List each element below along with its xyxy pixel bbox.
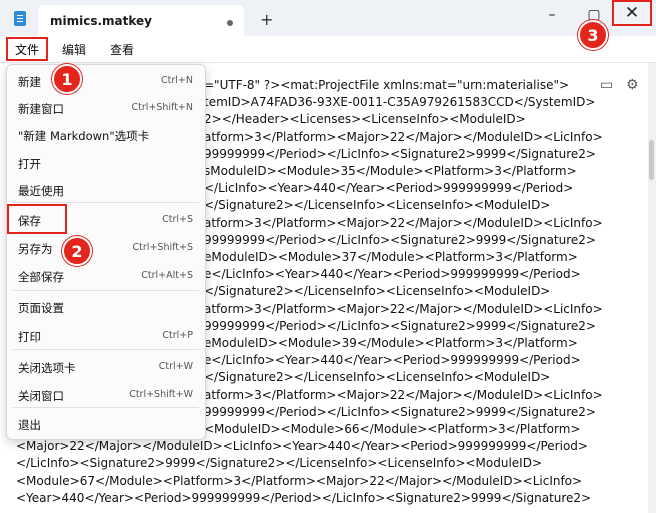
file-menu-item[interactable]: 页面设置 bbox=[7, 295, 205, 321]
editor-line: atform>3</Platform><Major>22</Major></Mo… bbox=[204, 129, 603, 144]
menu-edit[interactable]: 编辑 bbox=[62, 41, 86, 58]
file-menu-item-label: 另存为 bbox=[18, 242, 53, 256]
file-menu-item-shortcut: Ctrl+Shift+S bbox=[132, 242, 193, 253]
editor-line: sModuleID><Module>35</Module><Platform>3… bbox=[204, 164, 577, 178]
file-menu-item-label: 关闭窗口 bbox=[18, 389, 64, 403]
file-menu-item[interactable]: 打开 bbox=[7, 151, 205, 177]
menu-separator bbox=[13, 349, 199, 350]
menu-separator bbox=[13, 290, 199, 291]
editor-line: <Major>22</Major></ModuleID><LicInfo><Ye… bbox=[16, 439, 588, 454]
editor-line: e</LicInfo><Year>440</Year><Period>99999… bbox=[204, 267, 581, 282]
file-menu-item[interactable]: 退出 bbox=[7, 412, 205, 438]
vertical-scrollbar[interactable] bbox=[648, 63, 656, 513]
editor-line: <Year>440</Year><Period>999999999</Perio… bbox=[16, 490, 592, 505]
file-menu-item-shortcut: Ctrl+Alt+S bbox=[141, 270, 193, 281]
editor-line: atform>3</Platform><Major>22</Major></Mo… bbox=[204, 215, 603, 230]
menu-file[interactable]: 文件 bbox=[6, 37, 48, 61]
file-menu-item[interactable]: 全部保存 Ctrl+Alt+S bbox=[7, 264, 205, 290]
file-menu-item-label: 退出 bbox=[18, 418, 41, 432]
step-marker-2: 2 bbox=[62, 236, 92, 266]
file-menu-item-label: 页面设置 bbox=[18, 301, 64, 315]
menu-separator bbox=[13, 202, 199, 203]
file-menu-item[interactable]: 最近使用 bbox=[7, 178, 205, 204]
file-menu-item[interactable]: 另存为 Ctrl+Shift+S bbox=[7, 236, 205, 262]
editor-line: </LicInfo><Year>440</Year><Period>999999… bbox=[204, 181, 574, 196]
editor-line: ="UTF-8" ?><mat:ProjectFile xmlns:mat="u… bbox=[204, 78, 570, 92]
file-menu-item-label: 关闭选项卡 bbox=[18, 361, 76, 375]
step-marker-1: 1 bbox=[52, 64, 82, 94]
menu-view[interactable]: 查看 bbox=[110, 41, 134, 58]
file-menu-item-shortcut: Ctrl+W bbox=[158, 361, 193, 372]
file-dropdown-menu: 新建 Ctrl+N 新建窗口 Ctrl+Shift+N "新建 Markdown"选项卡… bbox=[6, 64, 206, 440]
file-menu-item[interactable]: 新建 Ctrl+N bbox=[7, 69, 205, 95]
save-highlight-box bbox=[7, 204, 67, 234]
editor-line: 99999999</Period></LicInfo><Signature2>9… bbox=[204, 404, 596, 419]
editor-line: </Signature2></LicenseInfo><LicenseInfo>… bbox=[204, 370, 551, 385]
file-menu-item-shortcut: Ctrl+P bbox=[162, 330, 193, 341]
step-marker-3: 3 bbox=[578, 20, 608, 50]
file-menu-item-shortcut: Ctrl+S bbox=[162, 214, 193, 225]
editor-line: 99999999</Period></LicInfo><Signature2>9… bbox=[204, 232, 596, 247]
close-button[interactable]: ✕ bbox=[612, 0, 652, 26]
file-menu-item-label: 最近使用 bbox=[18, 184, 64, 198]
unsaved-dot-icon[interactable] bbox=[227, 20, 233, 26]
title-bar: mimics.matkey + – ▢ ✕ bbox=[0, 0, 656, 36]
file-menu-item[interactable]: 关闭窗口 Ctrl+Shift+W bbox=[7, 383, 205, 409]
editor-line: <Module>67</Module><Platform>3</Platform… bbox=[16, 473, 583, 488]
scrollbar-thumb[interactable] bbox=[649, 140, 654, 180]
file-menu-item[interactable]: 打印 Ctrl+P bbox=[7, 324, 205, 350]
file-menu-item-label: 新建窗口 bbox=[18, 102, 64, 116]
editor-line: 99999999</Period></LicInfo><Signature2>9… bbox=[204, 146, 596, 161]
tab-title: mimics.matkey bbox=[50, 14, 153, 28]
editor-line: 2></Header><Licenses><LicenseInfo><Modul… bbox=[204, 112, 526, 127]
file-menu-item-label: 打印 bbox=[18, 330, 41, 344]
editor-line: 99999999</Period></LicInfo><Signature2>9… bbox=[204, 318, 596, 333]
editor-line: eModuleID><Module>37</Module><Platform>3… bbox=[204, 250, 578, 264]
minimize-button[interactable]: – bbox=[532, 0, 572, 30]
editor-line: e</LicInfo><Year>440</Year><Period>99999… bbox=[204, 353, 581, 368]
file-menu-item[interactable]: 关闭选项卡 Ctrl+W bbox=[7, 355, 205, 381]
editor-line: </Signature2></LicenseInfo><LicenseInfo>… bbox=[204, 284, 551, 299]
new-tab-button[interactable]: + bbox=[260, 10, 273, 29]
editor-line: <ModuleID><Module>66</Module><Platform>3… bbox=[204, 422, 581, 436]
editor-line: atform>3</Platform><Major>22</Major></Mo… bbox=[204, 387, 603, 402]
editor-line: </Signature2></LicenseInfo><LicenseInfo>… bbox=[204, 198, 551, 213]
editor-line: temID>A74FAD36-93XE-0011-C35A979261583CC… bbox=[204, 95, 596, 110]
file-menu-item-shortcut: Ctrl+Shift+N bbox=[131, 102, 193, 113]
editor-line: </LicInfo><Signature2>9999</Signature2><… bbox=[16, 456, 543, 471]
file-menu-item-label: 新建 bbox=[18, 75, 41, 89]
file-menu-item-label: 打开 bbox=[18, 157, 41, 171]
menu-separator bbox=[13, 407, 199, 408]
tab-mimics-matkey[interactable]: mimics.matkey bbox=[38, 5, 244, 36]
notepad-app-icon bbox=[14, 11, 26, 26]
file-menu-item[interactable]: "新建 Markdown"选项卡 bbox=[7, 123, 205, 149]
file-menu-item-label: "新建 Markdown"选项卡 bbox=[18, 129, 150, 143]
file-menu-item-shortcut: Ctrl+N bbox=[161, 75, 193, 86]
editor-line: eModuleID><Module>39</Module><Platform>3… bbox=[204, 336, 578, 350]
file-menu-item-label: 全部保存 bbox=[18, 270, 64, 284]
menu-bar: 编辑 查看 ▭ ⚙ bbox=[0, 36, 656, 93]
file-menu-item[interactable]: 新建窗口 Ctrl+Shift+N bbox=[7, 96, 205, 122]
editor-line: atform>3</Platform><Major>22</Major></Mo… bbox=[204, 301, 603, 316]
file-menu-item-shortcut: Ctrl+Shift+W bbox=[129, 389, 193, 400]
